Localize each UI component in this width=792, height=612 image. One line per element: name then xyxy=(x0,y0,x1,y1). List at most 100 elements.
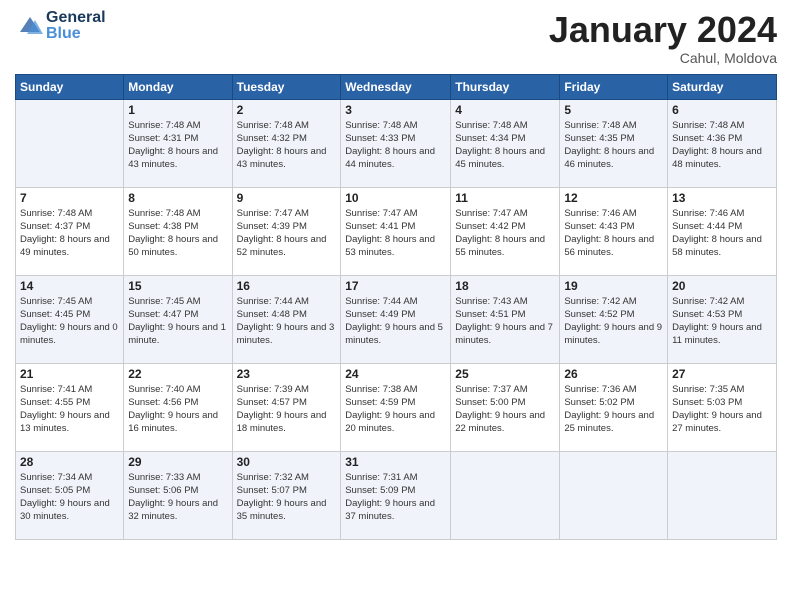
day-info: Sunrise: 7:45 AMSunset: 4:45 PMDaylight:… xyxy=(20,295,119,348)
day-info: Sunrise: 7:48 AMSunset: 4:34 PMDaylight:… xyxy=(455,119,555,172)
day-cell: 29Sunrise: 7:33 AMSunset: 5:06 PMDayligh… xyxy=(124,451,232,539)
day-number: 27 xyxy=(672,367,772,381)
day-number: 10 xyxy=(345,191,446,205)
day-number: 7 xyxy=(20,191,119,205)
day-info: Sunrise: 7:43 AMSunset: 4:51 PMDaylight:… xyxy=(455,295,555,348)
day-number: 19 xyxy=(564,279,663,293)
day-cell: 6Sunrise: 7:48 AMSunset: 4:36 PMDaylight… xyxy=(668,99,777,187)
day-info: Sunrise: 7:32 AMSunset: 5:07 PMDaylight:… xyxy=(237,471,337,524)
day-number: 17 xyxy=(345,279,446,293)
day-cell: 30 Sunrise: 7:32 AMSunset: 5:07 PMDayligh… xyxy=(232,451,341,539)
logo: General Blue xyxy=(15,10,106,42)
day-info: Sunrise: 7:48 AMSunset: 4:36 PMDaylight:… xyxy=(672,119,772,172)
day-number: 28 xyxy=(20,455,119,469)
title-block: January 2024 Cahul, Moldova xyxy=(549,10,777,66)
day-info: Sunrise: 7:31 AMSunset: 5:09 PMDaylight:… xyxy=(345,471,446,524)
day-cell xyxy=(16,99,124,187)
week-row-1: 1 Sunrise: 7:48 AMSunset: 4:31 PMDaylight… xyxy=(16,99,777,187)
day-info: Sunrise: 7:34 AMSunset: 5:05 PMDaylight:… xyxy=(20,471,119,524)
day-info: Sunrise: 7:48 AMSunset: 4:37 PMDaylight:… xyxy=(20,207,119,260)
day-info: Sunrise: 7:47 AMSunset: 4:39 PMDaylight:… xyxy=(237,207,337,260)
day-info: Sunrise: 7:38 AMSunset: 4:59 PMDaylight:… xyxy=(345,383,446,436)
day-cell: 19Sunrise: 7:42 AMSunset: 4:52 PMDayligh… xyxy=(560,275,668,363)
day-cell: 8 Sunrise: 7:48 AMSunset: 4:38 PMDaylight… xyxy=(124,187,232,275)
day-info: Sunrise: 7:46 AMSunset: 4:44 PMDaylight:… xyxy=(672,207,772,260)
weekday-header-row: SundayMondayTuesdayWednesdayThursdayFrid… xyxy=(16,74,777,99)
day-cell: 13 Sunrise: 7:46 AMSunset: 4:44 PMDayligh… xyxy=(668,187,777,275)
day-cell: 16Sunrise: 7:44 AMSunset: 4:48 PMDayligh… xyxy=(232,275,341,363)
week-row-2: 7 Sunrise: 7:48 AMSunset: 4:37 PMDaylight… xyxy=(16,187,777,275)
day-number: 15 xyxy=(128,279,227,293)
day-number: 2 xyxy=(237,103,337,117)
day-number: 13 xyxy=(672,191,772,205)
day-number: 1 xyxy=(128,103,227,117)
logo-blue-text: Blue xyxy=(46,26,106,42)
day-cell: 24 Sunrise: 7:38 AMSunset: 4:59 PMDayligh… xyxy=(341,363,451,451)
day-info: Sunrise: 7:36 AMSunset: 5:02 PMDaylight:… xyxy=(564,383,663,436)
day-cell: 23 Sunrise: 7:39 AMSunset: 4:57 PMDayligh… xyxy=(232,363,341,451)
day-number: 3 xyxy=(345,103,446,117)
day-info: Sunrise: 7:48 AMSunset: 4:38 PMDaylight:… xyxy=(128,207,227,260)
day-info: Sunrise: 7:48 AMSunset: 4:33 PMDaylight:… xyxy=(345,119,446,172)
day-info: Sunrise: 7:44 AMSunset: 4:49 PMDaylight:… xyxy=(345,295,446,348)
day-cell: 31 Sunrise: 7:31 AMSunset: 5:09 PMDayligh… xyxy=(341,451,451,539)
week-row-5: 28 Sunrise: 7:34 AMSunset: 5:05 PMDayligh… xyxy=(16,451,777,539)
day-cell: 9 Sunrise: 7:47 AMSunset: 4:39 PMDaylight… xyxy=(232,187,341,275)
page: General Blue January 2024 Cahul, Moldova… xyxy=(0,0,792,612)
day-cell: 4 Sunrise: 7:48 AMSunset: 4:34 PMDaylight… xyxy=(451,99,560,187)
day-cell: 5Sunrise: 7:48 AMSunset: 4:35 PMDaylight… xyxy=(560,99,668,187)
day-number: 18 xyxy=(455,279,555,293)
day-cell: 17 Sunrise: 7:44 AMSunset: 4:49 PMDayligh… xyxy=(341,275,451,363)
day-cell: 21 Sunrise: 7:41 AMSunset: 4:55 PMDayligh… xyxy=(16,363,124,451)
day-cell xyxy=(560,451,668,539)
day-info: Sunrise: 7:46 AMSunset: 4:43 PMDaylight:… xyxy=(564,207,663,260)
weekday-header-saturday: Saturday xyxy=(668,74,777,99)
day-info: Sunrise: 7:35 AMSunset: 5:03 PMDaylight:… xyxy=(672,383,772,436)
day-number: 12 xyxy=(564,191,663,205)
day-number: 25 xyxy=(455,367,555,381)
day-number: 24 xyxy=(345,367,446,381)
day-cell: 18 Sunrise: 7:43 AMSunset: 4:51 PMDayligh… xyxy=(451,275,560,363)
weekday-header-friday: Friday xyxy=(560,74,668,99)
day-info: Sunrise: 7:48 AMSunset: 4:31 PMDaylight:… xyxy=(128,119,227,172)
day-number: 9 xyxy=(237,191,337,205)
day-number: 4 xyxy=(455,103,555,117)
weekday-header-wednesday: Wednesday xyxy=(341,74,451,99)
day-info: Sunrise: 7:47 AMSunset: 4:42 PMDaylight:… xyxy=(455,207,555,260)
day-cell: 14Sunrise: 7:45 AMSunset: 4:45 PMDayligh… xyxy=(16,275,124,363)
week-row-3: 14Sunrise: 7:45 AMSunset: 4:45 PMDayligh… xyxy=(16,275,777,363)
day-info: Sunrise: 7:44 AMSunset: 4:48 PMDaylight:… xyxy=(237,295,337,348)
day-cell: 25Sunrise: 7:37 AMSunset: 5:00 PMDayligh… xyxy=(451,363,560,451)
day-number: 30 xyxy=(237,455,337,469)
weekday-header-tuesday: Tuesday xyxy=(232,74,341,99)
day-number: 11 xyxy=(455,191,555,205)
day-number: 23 xyxy=(237,367,337,381)
logo-icon xyxy=(15,12,43,40)
day-cell: 2Sunrise: 7:48 AMSunset: 4:32 PMDaylight… xyxy=(232,99,341,187)
day-info: Sunrise: 7:42 AMSunset: 4:53 PMDaylight:… xyxy=(672,295,772,348)
day-number: 5 xyxy=(564,103,663,117)
day-cell: 10Sunrise: 7:47 AMSunset: 4:41 PMDayligh… xyxy=(341,187,451,275)
day-cell: 11 Sunrise: 7:47 AMSunset: 4:42 PMDayligh… xyxy=(451,187,560,275)
day-cell: 26 Sunrise: 7:36 AMSunset: 5:02 PMDayligh… xyxy=(560,363,668,451)
month-title: January 2024 xyxy=(549,10,777,50)
day-cell: 28 Sunrise: 7:34 AMSunset: 5:05 PMDayligh… xyxy=(16,451,124,539)
day-cell: 22 Sunrise: 7:40 AMSunset: 4:56 PMDayligh… xyxy=(124,363,232,451)
day-number: 21 xyxy=(20,367,119,381)
day-cell: 3 Sunrise: 7:48 AMSunset: 4:33 PMDaylight… xyxy=(341,99,451,187)
day-number: 31 xyxy=(345,455,446,469)
day-info: Sunrise: 7:39 AMSunset: 4:57 PMDaylight:… xyxy=(237,383,337,436)
day-number: 26 xyxy=(564,367,663,381)
logo-general-text: General xyxy=(46,10,106,26)
calendar: SundayMondayTuesdayWednesdayThursdayFrid… xyxy=(15,74,777,540)
day-number: 22 xyxy=(128,367,227,381)
location: Cahul, Moldova xyxy=(549,50,777,66)
day-cell: 12 Sunrise: 7:46 AMSunset: 4:43 PMDayligh… xyxy=(560,187,668,275)
day-number: 29 xyxy=(128,455,227,469)
day-info: Sunrise: 7:41 AMSunset: 4:55 PMDaylight:… xyxy=(20,383,119,436)
day-info: Sunrise: 7:40 AMSunset: 4:56 PMDaylight:… xyxy=(128,383,227,436)
header: General Blue January 2024 Cahul, Moldova xyxy=(15,10,777,66)
weekday-header-monday: Monday xyxy=(124,74,232,99)
day-cell: 7 Sunrise: 7:48 AMSunset: 4:37 PMDaylight… xyxy=(16,187,124,275)
day-number: 8 xyxy=(128,191,227,205)
